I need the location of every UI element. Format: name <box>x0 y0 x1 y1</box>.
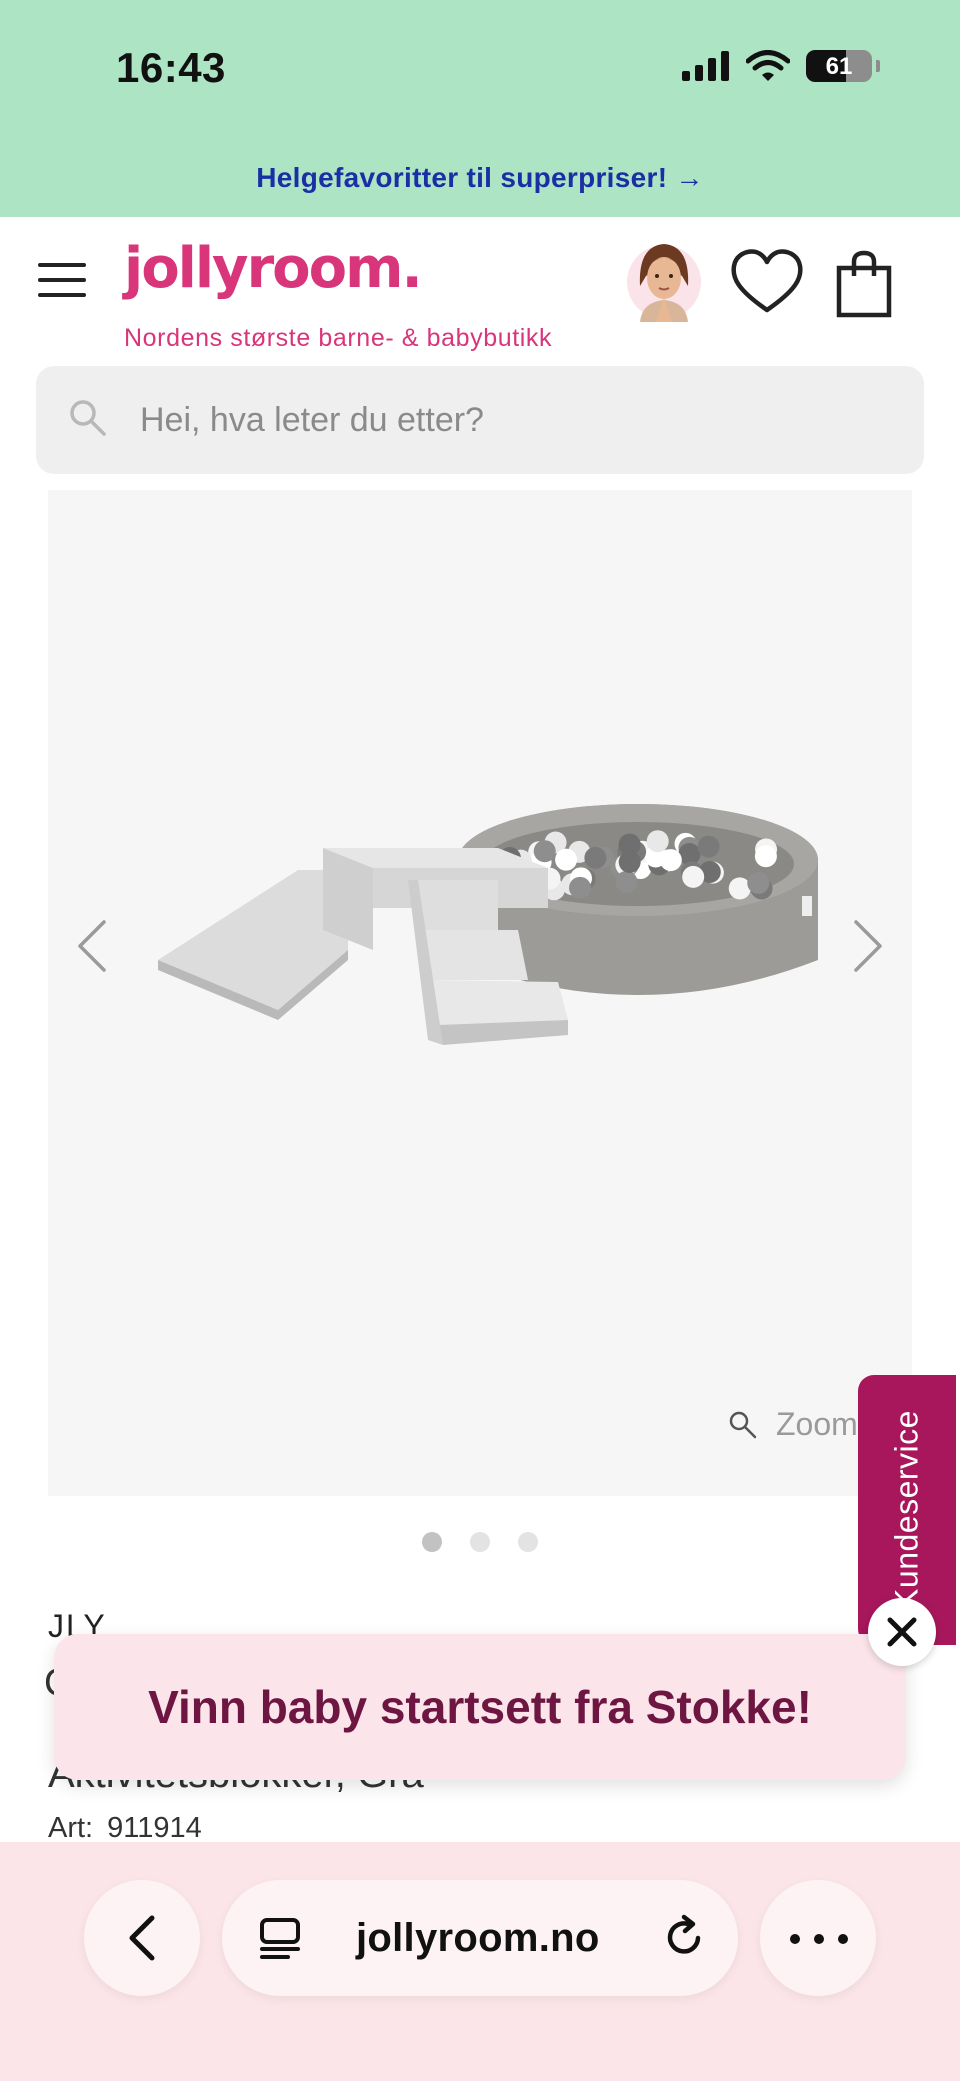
site-logo[interactable]: jollyroom. <box>124 236 423 301</box>
assistant-avatar-icon[interactable] <box>626 236 702 324</box>
browser-back-button[interactable] <box>84 1880 200 1996</box>
gallery-dot[interactable] <box>518 1532 538 1552</box>
status-icons: 61 <box>682 50 880 82</box>
product-image <box>158 804 818 1045</box>
article-number-label: Art: <box>48 1812 94 1844</box>
promo-popup-text[interactable]: Vinn baby startsett fra Stokke! <box>54 1680 906 1734</box>
shopping-bag-icon[interactable] <box>836 250 892 318</box>
tabs-icon <box>260 1918 300 1959</box>
wishlist-heart-icon[interactable] <box>730 248 804 314</box>
gallery-dot[interactable] <box>470 1532 490 1552</box>
site-tagline: Nordens største barne- & babybutikk <box>124 324 553 352</box>
zoom-label: Zoom <box>776 1406 858 1442</box>
promo-banner-link[interactable]: Helgefavoritter til superpriser! → <box>0 162 960 194</box>
more-dots-icon <box>790 1934 848 1944</box>
search-input[interactable] <box>140 392 900 448</box>
gallery-dot[interactable] <box>422 1532 442 1552</box>
product-gallery[interactable]: Zoom <box>48 490 912 1496</box>
article-number-value: 911914 <box>107 1812 202 1844</box>
battery-tip <box>876 60 880 72</box>
battery-icon: 61 <box>806 50 872 82</box>
browser-address-bar[interactable]: jollyroom.no <box>222 1880 738 1996</box>
zoom-magnifier-icon <box>729 1411 757 1438</box>
browser-domain: jollyroom.no <box>356 1916 600 1960</box>
article-number: Art: 911914 <box>48 1812 202 1845</box>
close-icon <box>887 1617 917 1647</box>
cellular-signal-icon <box>682 51 729 81</box>
gallery-pagination[interactable] <box>0 1532 960 1552</box>
wifi-icon <box>746 50 790 81</box>
browser-toolbar: jollyroom.no <box>0 1842 960 2081</box>
next-image-arrow-icon[interactable] <box>848 916 888 976</box>
reload-icon[interactable] <box>662 1914 708 1960</box>
menu-icon[interactable] <box>38 263 86 297</box>
promo-popup[interactable]: Vinn baby startsett fra Stokke! <box>54 1634 906 1780</box>
battery-percent: 61 <box>825 53 853 80</box>
search-bar[interactable] <box>36 366 924 474</box>
previous-image-arrow-icon[interactable] <box>72 916 112 976</box>
search-icon <box>70 400 106 436</box>
back-chevron-icon <box>129 1915 155 1961</box>
status-time: 16:43 <box>116 44 226 91</box>
customer-service-label: Kundeservice <box>888 1410 925 1610</box>
browser-more-button[interactable] <box>760 1880 876 1996</box>
popup-close-button[interactable] <box>868 1598 936 1666</box>
zoom-button[interactable]: Zoom <box>728 1406 858 1443</box>
